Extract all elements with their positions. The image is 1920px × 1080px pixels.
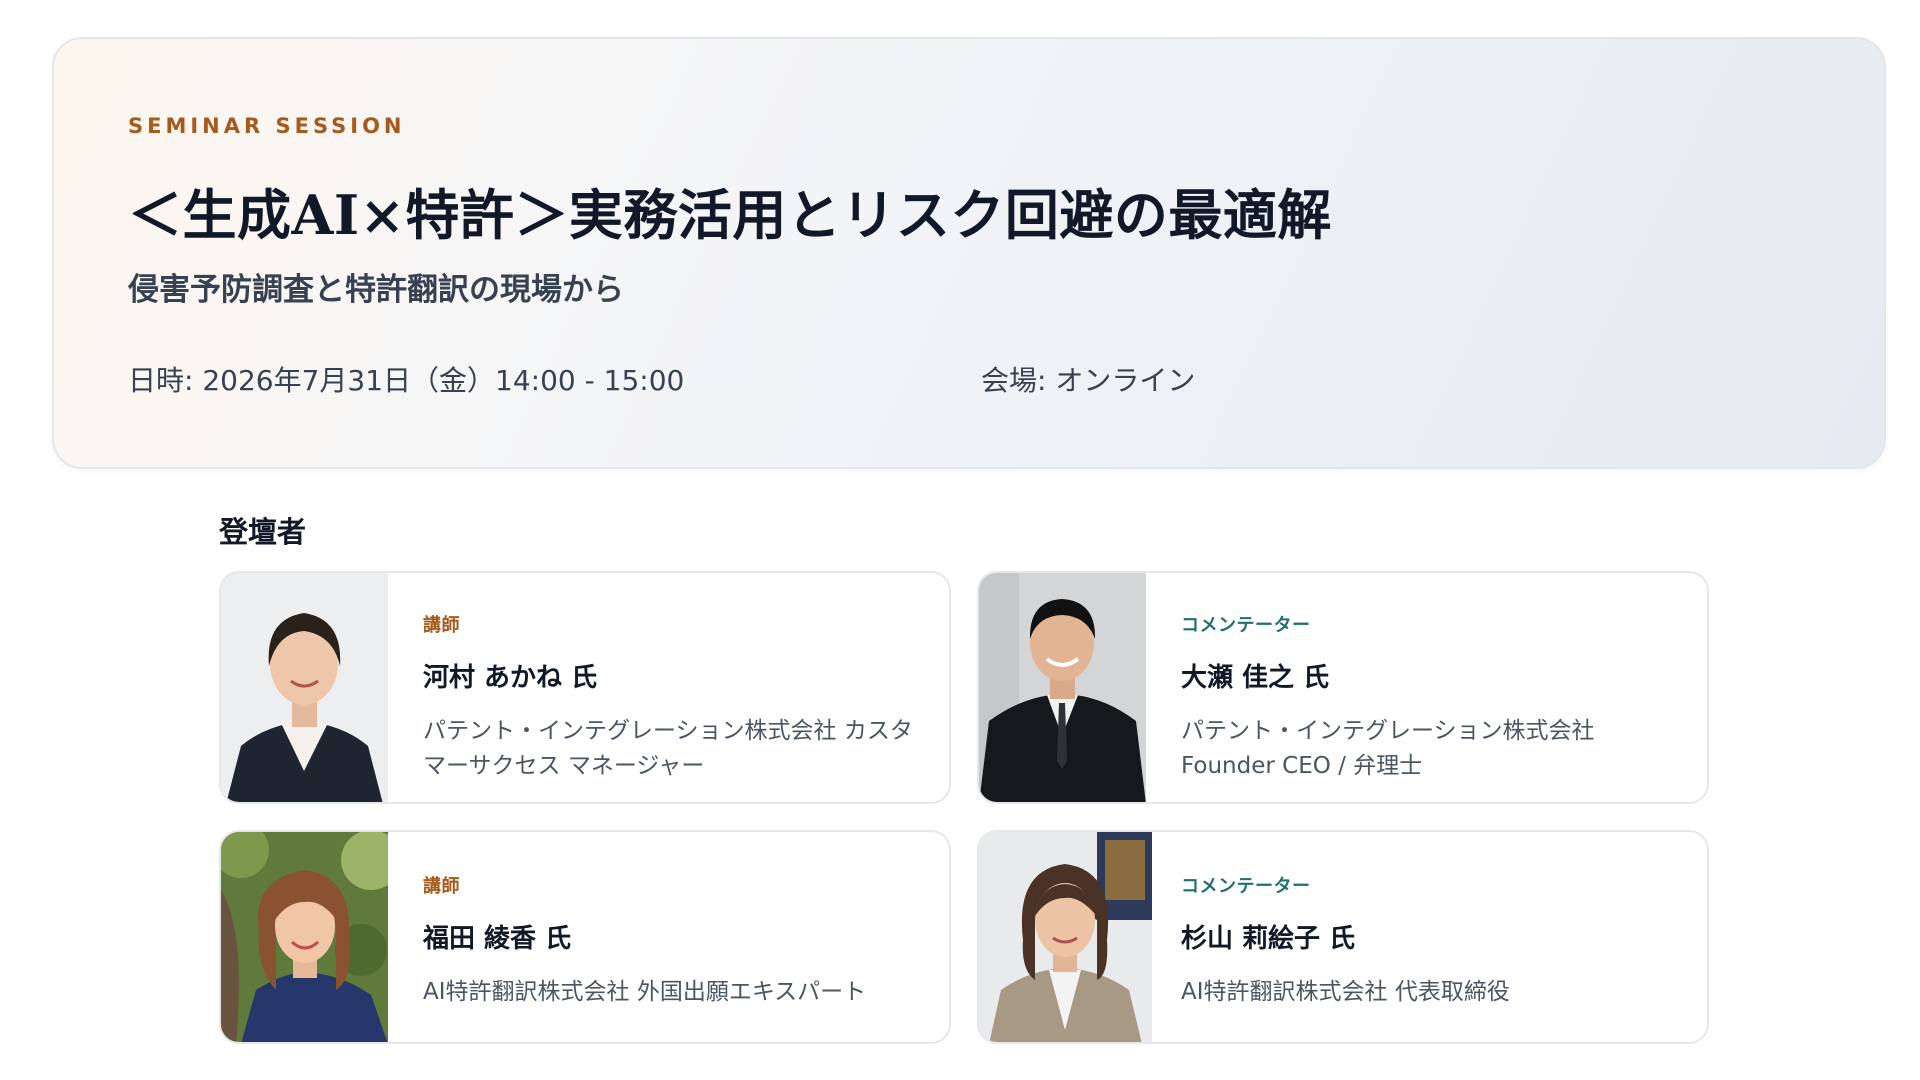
seminar-eyebrow: SEMINAR SESSION — [128, 114, 406, 138]
speaker-affiliation: パテント・インテグレーション株式会社 Founder CEO / 弁理士 — [1181, 714, 1683, 784]
seminar-hero-card: SEMINAR SESSION ＜生成AI×特許＞実務活用とリスク回避の最適解 … — [52, 37, 1886, 469]
speaker-affiliation: パテント・インテグレーション株式会社 カスタマーサクセス マネージャー — [423, 718, 913, 779]
speaker-card: 講師 福田 綾香 氏 AI特許翻訳株式会社 外国出願エキスパート — [219, 830, 951, 1044]
speaker-card: コメンテーター 杉山 莉絵子 氏 AI特許翻訳株式会社 代表取締役 — [977, 830, 1709, 1044]
speaker-photo — [221, 573, 388, 802]
speaker-role: 講師 — [423, 876, 460, 897]
speaker-name: 河村 あかね 氏 — [423, 663, 598, 693]
speaker-role: コメンテーター — [1181, 876, 1311, 897]
speaker-affiliation: AI特許翻訳株式会社 外国出願エキスパート — [423, 979, 867, 1005]
seminar-venue: 会場: オンライン — [981, 364, 1196, 397]
speaker-photo — [979, 573, 1146, 802]
seminar-subtitle: 侵害予防調査と特許翻訳の現場から — [128, 272, 624, 308]
speaker-affiliation-line: パテント・インテグレーション株式会社 — [1181, 718, 1595, 744]
speaker-role: 講師 — [423, 615, 460, 636]
speaker-role: コメンテーター — [1181, 615, 1311, 636]
speaker-name: 大瀬 佳之 氏 — [1181, 663, 1330, 693]
speaker-photo — [221, 832, 388, 1042]
speaker-card: 講師 河村 あかね 氏 パテント・インテグレーション株式会社 カスタマーサクセス… — [219, 571, 951, 804]
speaker-name: 杉山 莉絵子 氏 — [1181, 924, 1356, 954]
speaker-name: 福田 綾香 氏 — [423, 924, 572, 954]
seminar-datetime: 日時: 2026年7月31日（金）14:00 - 15:00 — [128, 364, 685, 397]
speaker-card: コメンテーター 大瀬 佳之 氏 パテント・インテグレーション株式会社 Found… — [977, 571, 1709, 804]
speaker-affiliation-line: Founder CEO / 弁理士 — [1181, 753, 1423, 779]
speaker-photo — [979, 832, 1152, 1042]
speaker-affiliation: AI特許翻訳株式会社 代表取締役 — [1181, 979, 1510, 1005]
seminar-title: ＜生成AI×特許＞実務活用とリスク回避の最適解 — [128, 183, 1332, 247]
speakers-heading: 登壇者 — [219, 515, 307, 549]
